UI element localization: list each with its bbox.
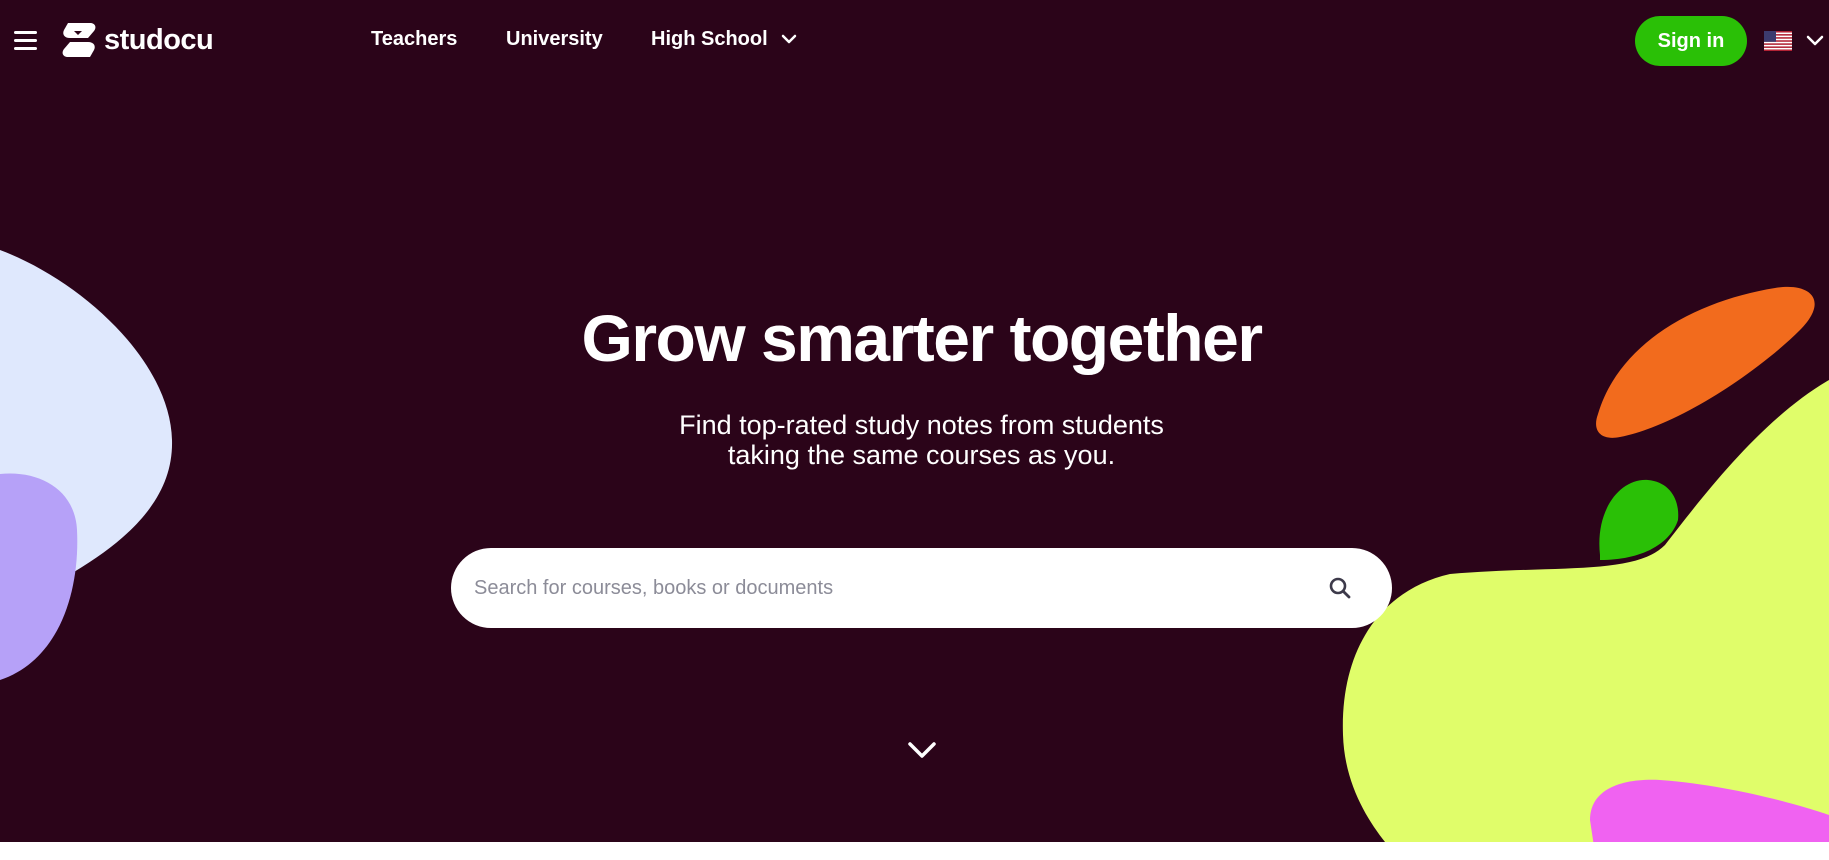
studocu-logo[interactable]: studocu <box>60 20 214 60</box>
scroll-down-button[interactable] <box>905 736 939 766</box>
site-header: studocu Teachers University High School … <box>0 0 1829 82</box>
locale-selector[interactable] <box>1764 28 1824 54</box>
blob-lime <box>1342 380 1829 842</box>
logo-mark-icon <box>62 23 96 57</box>
nav-label: University <box>506 28 603 50</box>
chevron-down-icon <box>908 742 936 758</box>
next-section-edge <box>0 842 1829 860</box>
nav-university[interactable]: University <box>506 28 603 51</box>
search-icon <box>1329 577 1351 599</box>
us-flag-icon <box>1764 31 1792 51</box>
logo-wordmark: studocu <box>104 23 214 56</box>
hero-subtitle-line-2: taking the same courses as you. <box>727 440 1116 470</box>
hero-subtitle: Find top-rated study notes from students… <box>600 410 1243 470</box>
blob-lavender <box>0 473 78 680</box>
hero-title: Grow smarter together <box>581 301 1264 375</box>
nav-label: High School <box>651 28 768 50</box>
chevron-down-icon <box>781 34 797 44</box>
nav-label: Teachers <box>371 28 458 50</box>
nav-teachers[interactable]: Teachers <box>371 28 457 51</box>
hero-subtitle-line-1: Find top-rated study notes from students <box>679 410 1164 440</box>
blob-green <box>1599 479 1679 560</box>
hero-section: studocu Teachers University High School … <box>0 0 1829 842</box>
search-input[interactable] <box>472 557 1310 619</box>
search-bar <box>451 548 1392 628</box>
menu-icon[interactable] <box>14 31 37 51</box>
nav-high-school[interactable]: High School <box>651 28 797 51</box>
blob-pink <box>1590 779 1829 842</box>
sign-in-button[interactable]: Sign in <box>1635 16 1747 66</box>
search-button[interactable] <box>1310 558 1370 618</box>
chevron-down-icon <box>1806 35 1824 46</box>
